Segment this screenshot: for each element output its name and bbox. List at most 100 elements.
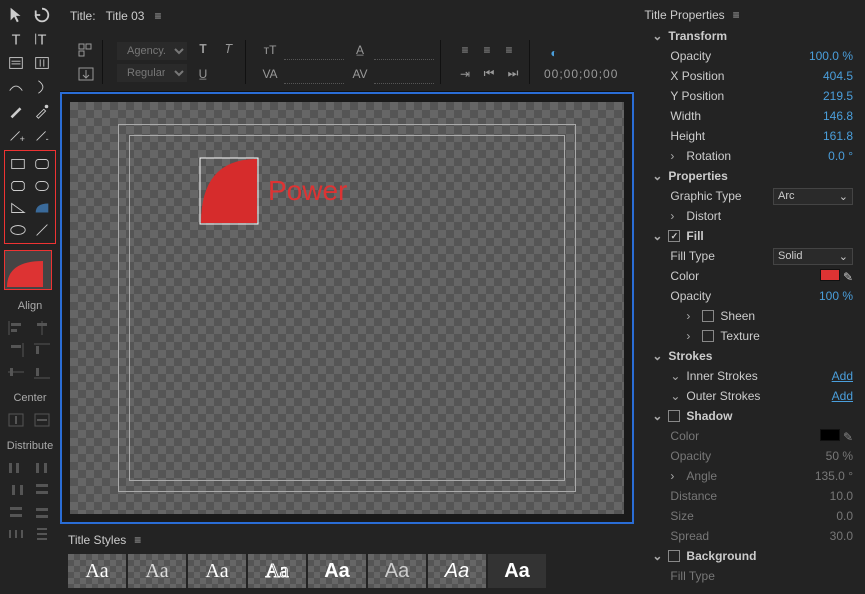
prev-icon[interactable]: ⏮ bbox=[479, 64, 499, 84]
bold-icon[interactable]: 𝐓 bbox=[193, 40, 213, 60]
templates-icon[interactable] bbox=[76, 40, 96, 60]
shadow-distance-value[interactable]: 10.0 bbox=[830, 489, 853, 503]
shadow-size-value[interactable]: 0.0 bbox=[836, 509, 853, 523]
rotation-twisty[interactable]: › bbox=[670, 149, 680, 163]
delete-anchor-tool[interactable]: - bbox=[30, 124, 54, 146]
canvas-text[interactable]: Power bbox=[268, 175, 347, 207]
show-video-icon[interactable]: ◐ bbox=[544, 43, 564, 63]
style-tile-3[interactable]: Aa bbox=[188, 554, 246, 588]
ellipse-tool[interactable] bbox=[7, 219, 29, 241]
fill-color-swatch[interactable] bbox=[820, 269, 840, 281]
fill-twisty[interactable]: ⌄ bbox=[652, 229, 662, 243]
font-size-icon[interactable]: ᴛT bbox=[260, 40, 280, 60]
sheen-checkbox[interactable] bbox=[702, 310, 714, 322]
eyedropper-tool[interactable] bbox=[30, 100, 54, 122]
dist-bottom[interactable] bbox=[30, 502, 54, 522]
rounded-rectangle-tool[interactable] bbox=[31, 153, 53, 175]
center-horizontal[interactable] bbox=[30, 410, 54, 430]
align-center-text-icon[interactable]: ≡ bbox=[477, 40, 497, 60]
pen-tool[interactable] bbox=[4, 100, 28, 122]
underline-icon[interactable]: U̲ bbox=[193, 64, 213, 84]
shadow-angle-twisty[interactable]: › bbox=[670, 469, 680, 483]
align-right[interactable] bbox=[4, 340, 28, 360]
inner-strokes-add[interactable]: Add bbox=[832, 369, 853, 383]
fill-opacity-value[interactable]: 100 % bbox=[819, 289, 853, 303]
strokes-twisty[interactable]: ⌄ bbox=[652, 349, 662, 363]
add-anchor-tool[interactable]: + bbox=[4, 124, 28, 146]
texture-twisty[interactable]: › bbox=[686, 329, 696, 343]
font-style-select[interactable]: Regular bbox=[117, 64, 187, 82]
shadow-twisty[interactable]: ⌄ bbox=[652, 409, 662, 423]
line-tool[interactable] bbox=[31, 219, 53, 241]
align-v-center[interactable] bbox=[4, 362, 28, 382]
shadow-spread-value[interactable]: 30.0 bbox=[830, 529, 853, 543]
italic-icon[interactable]: 𝑇 bbox=[219, 40, 239, 60]
dist-h-center[interactable] bbox=[30, 458, 54, 478]
dist-top[interactable] bbox=[30, 480, 54, 500]
vertical-type-tool[interactable]: T bbox=[30, 28, 54, 50]
background-checkbox[interactable] bbox=[668, 550, 680, 562]
style-tile-8[interactable]: Aa bbox=[488, 554, 546, 588]
style-tile-1[interactable]: Aa bbox=[68, 554, 126, 588]
leading-input[interactable] bbox=[374, 40, 434, 60]
canvas[interactable]: Power bbox=[70, 102, 624, 514]
style-tile-2[interactable]: Aa bbox=[128, 554, 186, 588]
font-size-input[interactable] bbox=[284, 40, 344, 60]
shadow-checkbox[interactable] bbox=[668, 410, 680, 422]
leading-icon[interactable]: A̲ bbox=[350, 40, 370, 60]
height-value[interactable]: 161.8 bbox=[823, 129, 853, 143]
outer-strokes-add[interactable]: Add bbox=[832, 389, 853, 403]
background-twisty[interactable]: ⌄ bbox=[652, 549, 662, 563]
inner-strokes-twisty[interactable]: ⌄ bbox=[670, 369, 680, 383]
style-tile-6[interactable]: Aa bbox=[368, 554, 426, 588]
dist-left[interactable] bbox=[4, 458, 28, 478]
graphic-type-select[interactable]: Arc⌄ bbox=[773, 188, 853, 205]
align-top[interactable] bbox=[30, 340, 54, 360]
center-vertical[interactable] bbox=[4, 410, 28, 430]
area-type-tool[interactable] bbox=[4, 52, 28, 74]
align-h-center[interactable] bbox=[30, 318, 54, 338]
dist-right[interactable] bbox=[4, 480, 28, 500]
outer-strokes-twisty[interactable]: ⌄ bbox=[670, 389, 680, 403]
roll-crawl-icon[interactable] bbox=[76, 64, 96, 84]
style-tile-7[interactable]: Aa bbox=[428, 554, 486, 588]
shadow-angle-value[interactable]: 135.0 ° bbox=[815, 469, 853, 483]
wedge-tool[interactable] bbox=[7, 197, 29, 219]
ypos-value[interactable]: 219.5 bbox=[823, 89, 853, 103]
dist-h-space[interactable] bbox=[4, 524, 28, 544]
dist-v-center[interactable] bbox=[4, 502, 28, 522]
align-right-text-icon[interactable]: ≡ bbox=[499, 40, 519, 60]
rectangle-tool[interactable] bbox=[7, 153, 29, 175]
properties-twisty[interactable]: ⌄ bbox=[652, 169, 662, 183]
styles-menu-icon[interactable] bbox=[134, 533, 148, 547]
next-icon[interactable]: ⏭ bbox=[503, 64, 523, 84]
fill-checkbox[interactable] bbox=[668, 230, 680, 242]
title-name[interactable]: Title 03 bbox=[106, 9, 145, 23]
kerning-icon[interactable]: VA bbox=[260, 64, 280, 84]
shadow-eyedropper-icon[interactable]: ✎ bbox=[843, 430, 853, 444]
align-bottom[interactable] bbox=[30, 362, 54, 382]
shadow-color-swatch[interactable] bbox=[820, 429, 840, 441]
distort-twisty[interactable]: › bbox=[670, 209, 680, 223]
path-type-tool[interactable] bbox=[4, 76, 28, 98]
opacity-value[interactable]: 100.0 % bbox=[809, 49, 853, 63]
dist-v-space[interactable] bbox=[30, 524, 54, 544]
rotation-value[interactable]: 0.0 ° bbox=[828, 149, 853, 163]
shadow-opacity-value[interactable]: 50 % bbox=[826, 449, 853, 463]
tracking-input[interactable] bbox=[374, 64, 434, 84]
kerning-input[interactable] bbox=[284, 64, 344, 84]
style-tile-5[interactable]: Aa bbox=[308, 554, 366, 588]
xpos-value[interactable]: 404.5 bbox=[823, 69, 853, 83]
align-left[interactable] bbox=[4, 318, 28, 338]
vertical-area-type-tool[interactable] bbox=[30, 52, 54, 74]
align-left-text-icon[interactable]: ≡ bbox=[455, 40, 475, 60]
panel-menu-icon[interactable] bbox=[154, 9, 168, 23]
title-artwork[interactable]: Power bbox=[198, 157, 347, 225]
properties-menu-icon[interactable] bbox=[733, 8, 747, 22]
arc-tool[interactable] bbox=[31, 197, 53, 219]
style-tile-4[interactable]: Aa bbox=[248, 554, 306, 588]
type-tool[interactable]: T bbox=[4, 28, 28, 50]
font-family-select[interactable]: Agency... bbox=[117, 42, 187, 60]
eyedropper-icon[interactable]: ✎ bbox=[843, 270, 853, 284]
selection-tool[interactable] bbox=[4, 4, 28, 26]
